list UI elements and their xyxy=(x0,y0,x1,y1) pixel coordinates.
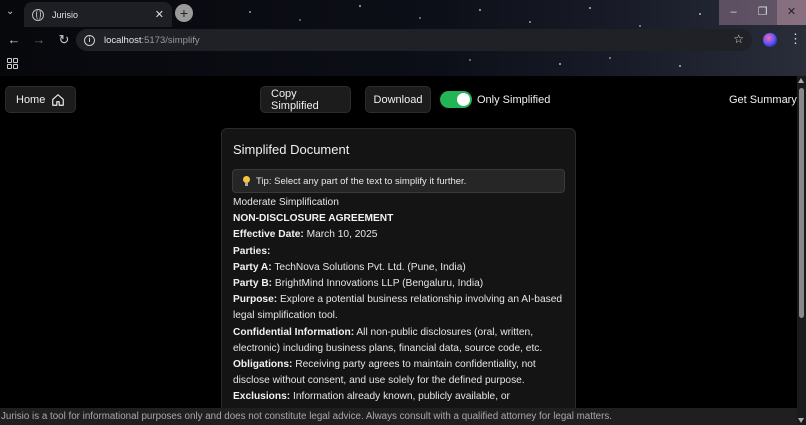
effective-date-label: Effective Date: xyxy=(233,229,304,241)
address-bar[interactable]: i localhost:5173/simplify ☆ xyxy=(76,29,752,51)
forward-arrow-icon[interactable]: → xyxy=(28,29,50,51)
browser-tab[interactable]: Jurisio ✕ xyxy=(24,2,172,27)
home-button[interactable]: Home xyxy=(5,86,77,113)
confidential-label: Confidential Information: xyxy=(233,326,355,338)
tip-banner: Tip: Select any part of the text to simp… xyxy=(232,169,565,193)
app-page: Home Copy Simplified Download Only Simpl… xyxy=(0,76,797,418)
effective-date-value: March 10, 2025 xyxy=(306,229,378,241)
home-label: Home xyxy=(16,93,46,106)
bookmark-star-icon[interactable]: ☆ xyxy=(733,32,744,46)
tip-text: Tip: Select any part of the text to simp… xyxy=(256,175,467,187)
party-b-value: BrightMind Innovations LLP (Bengaluru, I… xyxy=(274,278,484,290)
tab-bar: ⌄ Jurisio ✕ + – ❐ ✕ xyxy=(0,0,806,27)
url-path: :5173/simplify xyxy=(141,34,200,46)
profile-avatar[interactable] xyxy=(763,33,777,47)
simplification-level: Moderate Simplification xyxy=(233,197,339,208)
purpose-label: Purpose: xyxy=(233,294,278,306)
globe-icon xyxy=(32,8,44,21)
new-tab-button[interactable]: + xyxy=(175,4,193,22)
simplified-document-card: Simplifed Document Tip: Select any part … xyxy=(221,128,576,418)
party-a-label: Party A: xyxy=(233,261,272,273)
exclusions-value: Information already known, publicly avai… xyxy=(293,391,510,403)
document-body[interactable]: Moderate Simplification NON-DISCLOSURE A… xyxy=(233,195,568,406)
window-controls: – ❐ ✕ xyxy=(719,0,806,25)
scroll-up-arrow-icon[interactable] xyxy=(798,78,804,83)
exclusions-label: Exclusions: xyxy=(233,391,291,403)
minimize-icon[interactable]: – xyxy=(719,0,748,25)
bookmarks-bar xyxy=(0,53,806,75)
disclaimer-footer: Jurisio is a tool for informational purp… xyxy=(0,408,797,425)
close-window-icon[interactable]: ✕ xyxy=(777,0,806,25)
close-tab-icon[interactable]: ✕ xyxy=(155,8,164,21)
only-simplified-toggle[interactable] xyxy=(440,91,472,108)
tab-search-icon[interactable]: ⌄ xyxy=(6,6,20,20)
back-arrow-icon[interactable]: ← xyxy=(3,29,25,51)
browser-toolbar: ← → ↻ i localhost:5173/simplify ☆ xyxy=(0,27,806,53)
download-button[interactable]: Download xyxy=(365,86,431,113)
restore-icon[interactable]: ❐ xyxy=(748,0,777,25)
browser-chrome: ⌄ Jurisio ✕ + – ❐ ✕ ← → ↻ i localhost:51… xyxy=(0,0,806,76)
home-icon xyxy=(52,93,65,106)
purpose-value: Explore a potential business relationshi… xyxy=(233,294,563,322)
browser-menu-icon[interactable]: ⋮ xyxy=(789,31,802,47)
party-a-value: TechNova Solutions Pvt. Ltd. (Pune, Indi… xyxy=(274,261,466,273)
page-scrollbar[interactable] xyxy=(797,76,806,425)
tab-title: Jurisio xyxy=(52,9,79,20)
obligations-label: Obligations: xyxy=(233,359,293,371)
apps-grid-icon[interactable] xyxy=(7,58,18,69)
toggle-knob xyxy=(457,93,470,106)
only-simplified-label: Only Simplified xyxy=(477,94,551,106)
disclaimer-text: Jurisio is a tool for informational purp… xyxy=(1,411,612,422)
site-info-icon[interactable]: i xyxy=(84,34,95,46)
reload-icon[interactable]: ↻ xyxy=(53,29,75,51)
document-title: Simplifed Document xyxy=(233,142,350,157)
copy-simplified-button[interactable]: Copy Simplified xyxy=(260,86,351,113)
scroll-thumb[interactable] xyxy=(799,88,804,318)
party-b-label: Party B: xyxy=(233,278,273,290)
lightbulb-icon xyxy=(242,175,251,187)
get-summary-button[interactable]: Get Summary xyxy=(729,94,797,106)
agreement-heading: NON-DISCLOSURE AGREEMENT xyxy=(233,213,394,225)
url-host: localhost xyxy=(104,34,142,46)
parties-label: Parties: xyxy=(233,245,271,257)
scroll-down-arrow-icon[interactable] xyxy=(798,418,804,423)
